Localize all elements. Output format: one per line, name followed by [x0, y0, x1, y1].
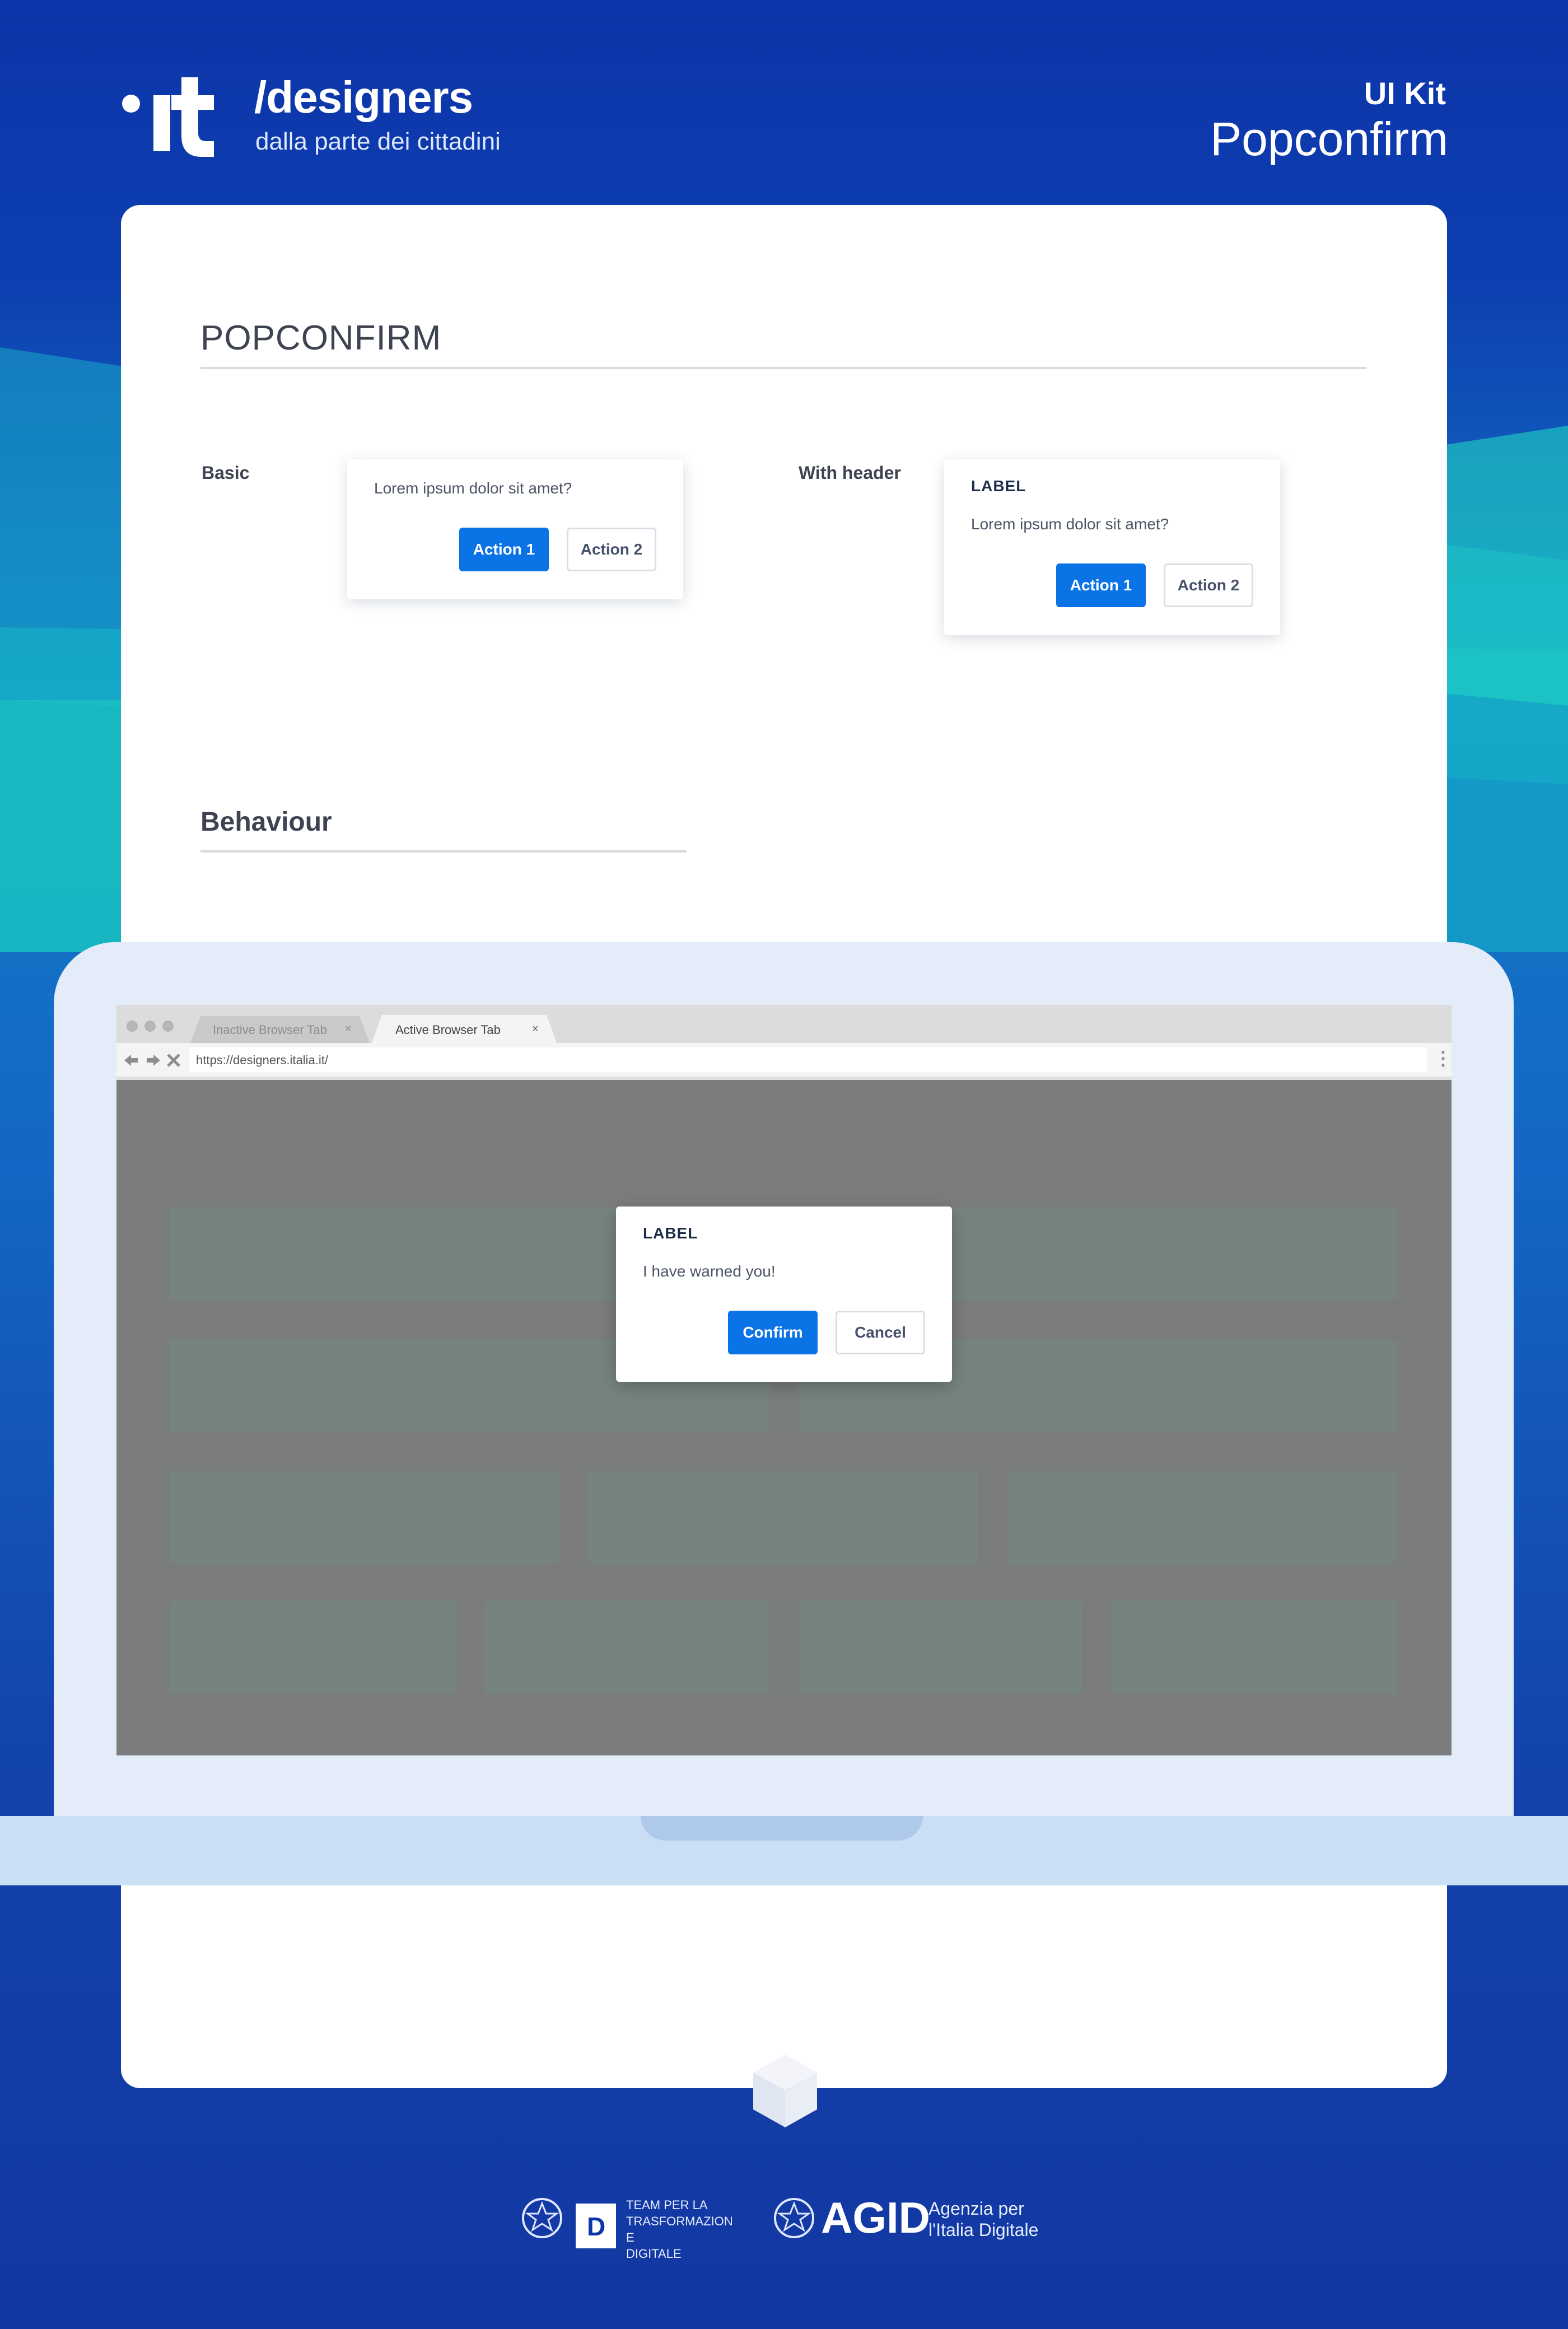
placeholder-block — [1008, 1471, 1397, 1563]
team-line-4: DIGITALE — [626, 2247, 682, 2261]
window-close-dot[interactable] — [127, 1021, 138, 1032]
brand-subtitle: dalla parte dei cittadini — [255, 128, 501, 155]
placeholder-block — [799, 1601, 1082, 1693]
kit-label: UI Kit — [1364, 76, 1446, 111]
action2-button[interactable]: Action 2 — [567, 528, 656, 571]
kit-name: Popconfirm — [1210, 113, 1448, 165]
behaviour-title: Behaviour — [200, 807, 332, 837]
popconfirm-header-text: Lorem ipsum dolor sit amet? — [971, 515, 1169, 533]
team-digitale-logo: D — [576, 2204, 616, 2248]
back-arrow-icon[interactable] — [124, 1055, 138, 1066]
forward-arrow-icon[interactable] — [147, 1055, 160, 1066]
brand-title: /designers — [254, 72, 473, 122]
with-header-label: With header — [799, 463, 901, 483]
modal-header: LABEL — [643, 1224, 698, 1242]
popconfirm-with-header: LABEL Lorem ipsum dolor sit amet? Action… — [944, 459, 1280, 635]
stop-icon[interactable] — [167, 1054, 180, 1067]
placeholder-block — [485, 1601, 768, 1693]
team-line-2: TRASFORMAZION — [626, 2214, 733, 2228]
tab-inactive-label: Inactive Browser Tab — [213, 1023, 327, 1037]
agid-description: Agenzia per l'Italia Digitale — [928, 2198, 1038, 2241]
window-minimize-dot[interactable] — [144, 1021, 156, 1032]
popconfirm-basic: Lorem ipsum dolor sit amet? Action 1 Act… — [347, 459, 683, 599]
url-text: https://designers.italia.it/ — [196, 1053, 329, 1067]
italia-logo-icon — [122, 77, 214, 157]
basic-label: Basic — [202, 463, 250, 483]
action1-button[interactable]: Action 1 — [459, 528, 549, 571]
laptop-notch — [641, 1816, 923, 1841]
tab-active-label: Active Browser Tab — [395, 1023, 501, 1037]
window-maximize-dot[interactable] — [162, 1021, 174, 1032]
team-line-3: E — [626, 2230, 634, 2244]
agid-line-1: Agenzia per — [928, 2198, 1024, 2219]
placeholder-block — [170, 1601, 455, 1693]
agid-emblem-icon — [774, 2198, 814, 2238]
tab-close-icon[interactable]: × — [532, 1023, 539, 1036]
placeholder-block — [589, 1471, 978, 1563]
popconfirm-modal: LABEL I have warned you! Confirm Cancel — [616, 1207, 952, 1382]
browser-menu-icon[interactable]: ⋮ — [1434, 1047, 1453, 1070]
popconfirm-basic-text: Lorem ipsum dolor sit amet? — [374, 479, 572, 497]
confirm-button[interactable]: Confirm — [728, 1311, 818, 1354]
section-title: POPCONFIRM — [200, 319, 442, 357]
behaviour-divider — [200, 850, 687, 853]
cancel-button[interactable]: Cancel — [836, 1311, 925, 1354]
popconfirm-header: LABEL — [971, 477, 1026, 495]
team-digitale-mark-icon: D — [587, 2212, 606, 2241]
address-bar[interactable] — [189, 1047, 1427, 1072]
placeholder-block — [1112, 1601, 1397, 1693]
cube-icon — [753, 2055, 817, 2127]
nav-buttons — [124, 1054, 180, 1067]
tab-close-icon[interactable]: × — [345, 1023, 352, 1036]
team-digitale-text: TEAM PER LA TRASFORMAZION E DIGITALE — [626, 2197, 733, 2262]
agid-logo-text: AGID — [821, 2193, 930, 2242]
repubblica-emblem-icon — [522, 2198, 562, 2238]
agid-line-2: l'Italia Digitale — [928, 2220, 1039, 2240]
action1-button[interactable]: Action 1 — [1056, 563, 1146, 607]
modal-text: I have warned you! — [643, 1263, 776, 1280]
placeholder-block — [170, 1471, 559, 1563]
action2-button[interactable]: Action 2 — [1164, 563, 1253, 607]
section-divider — [200, 367, 1366, 369]
team-line-1: TEAM PER LA — [626, 2198, 708, 2212]
